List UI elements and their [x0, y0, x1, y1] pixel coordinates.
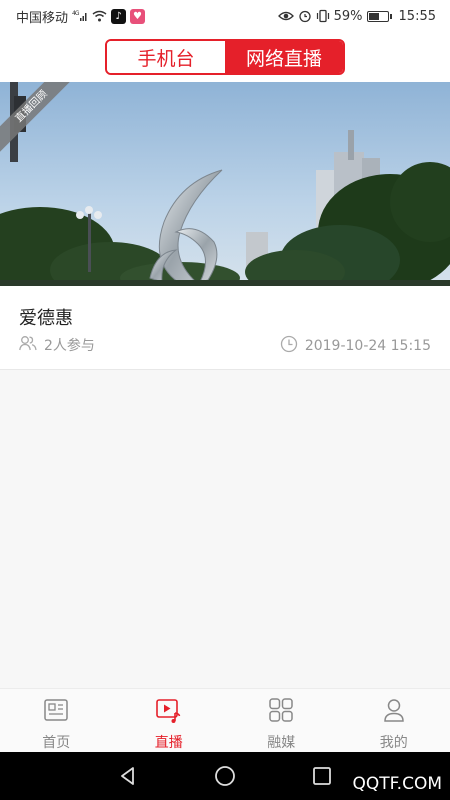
battery-percent: 59% [333, 8, 363, 24]
live-datetime: 2019-10-24 15:15 [304, 338, 431, 354]
status-left: 中国移动 4G ♪ ♥ [16, 7, 146, 26]
tab-network-live[interactable]: 网络直播 [225, 41, 343, 73]
datetime-meta: 2019-10-24 15:15 [280, 335, 431, 357]
replay-ribbon: 直播回顾 [0, 82, 70, 152]
live-title: 爱德惠 [19, 308, 73, 329]
news-icon [43, 697, 69, 727]
tiktok-app-icon: ♪ [111, 8, 127, 24]
participants-count: 2人参与 [44, 338, 95, 354]
alarm-icon [298, 9, 312, 23]
clock-time: 15:55 [398, 8, 436, 24]
replay-badge: 直播回顾 [0, 82, 70, 152]
home-circle-icon [215, 766, 235, 786]
watermark: QQTF.COM [352, 774, 442, 794]
tab-home[interactable]: 首页 [0, 689, 113, 752]
carrier-label: 中国移动 [16, 10, 69, 26]
cellular-signal-icon: 4G [72, 10, 88, 22]
home-button[interactable] [205, 756, 245, 796]
heart-app-icon: ♥ [130, 8, 146, 24]
live-cover-image[interactable]: 直播回顾 [0, 82, 450, 286]
live-card-info[interactable]: 爱德惠 2人参与 2019-10-24 15:15 [0, 286, 450, 370]
tab-home-label: 首页 [42, 735, 71, 751]
eye-icon [277, 10, 294, 22]
status-right: 59% 15:55 [277, 8, 436, 24]
clock-icon [280, 335, 298, 357]
recents-square-icon [312, 767, 331, 785]
tab-media[interactable]: 融媒 [225, 689, 338, 752]
svg-text:4G: 4G [72, 10, 80, 17]
tab-mine[interactable]: 我的 [338, 689, 450, 752]
tab-live[interactable]: 直播 [113, 689, 226, 752]
recents-button[interactable] [302, 756, 342, 796]
grid-icon [268, 697, 294, 727]
tab-mobile-station[interactable]: 手机台 [107, 41, 225, 73]
back-button[interactable] [108, 756, 148, 796]
system-nav-bar: QQTF.COM [0, 752, 450, 800]
bottom-tab-bar: 首页 直播 融媒 我的 [0, 688, 450, 752]
app-header: 手机台 网络直播 [0, 32, 450, 82]
tab-media-label: 融媒 [267, 735, 296, 751]
participants-icon [19, 335, 37, 355]
tab-mine-label: 我的 [379, 735, 408, 751]
channel-segmented-control: 手机台 网络直播 [105, 39, 345, 75]
battery-icon [366, 10, 392, 22]
status-bar: 中国移动 4G ♪ ♥ 59% 15:55 [0, 0, 450, 32]
back-triangle-icon [121, 767, 135, 785]
live-video-icon [155, 697, 183, 727]
tab-live-label: 直播 [154, 735, 183, 751]
user-icon [381, 697, 407, 727]
wifi-icon [92, 10, 107, 22]
participants-meta: 2人参与 [19, 335, 95, 355]
vibrate-icon [316, 9, 330, 23]
